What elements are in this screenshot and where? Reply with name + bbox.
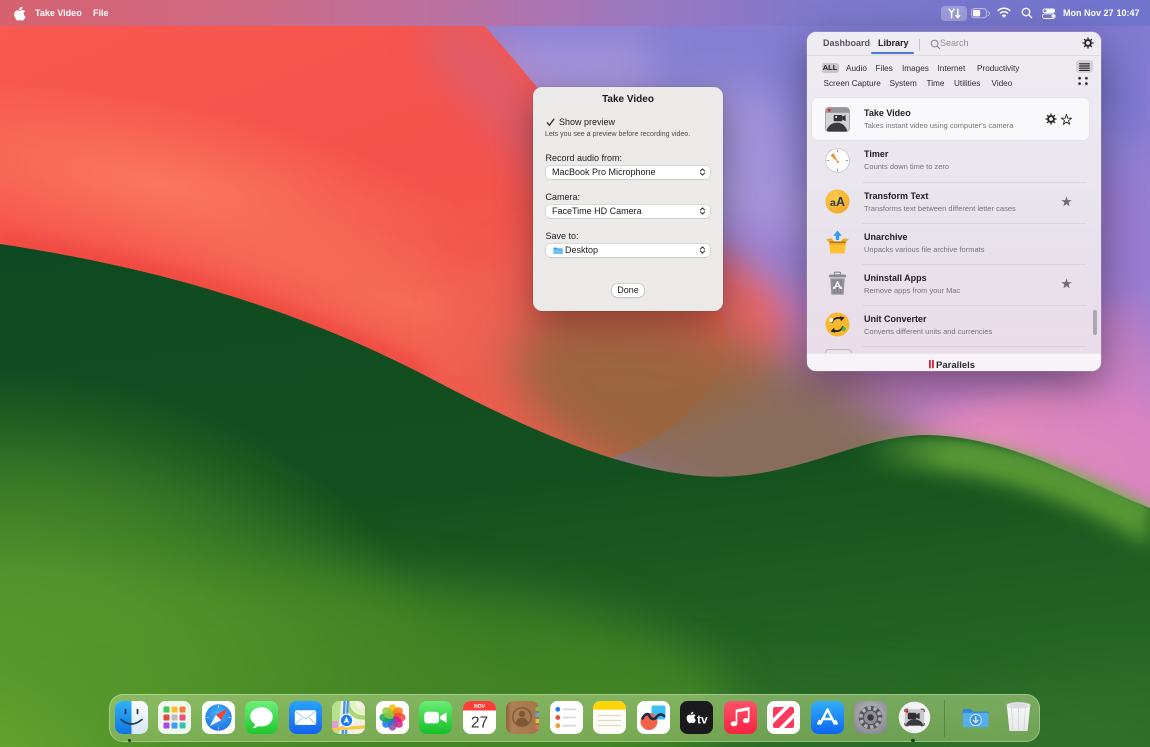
svg-text:27: 27 xyxy=(470,715,487,732)
svg-text:Parallels: Parallels xyxy=(936,360,975,370)
svg-text:A: A xyxy=(836,195,845,209)
svg-text:NOV: NOV xyxy=(473,704,485,710)
svg-text:tv: tv xyxy=(697,713,708,727)
